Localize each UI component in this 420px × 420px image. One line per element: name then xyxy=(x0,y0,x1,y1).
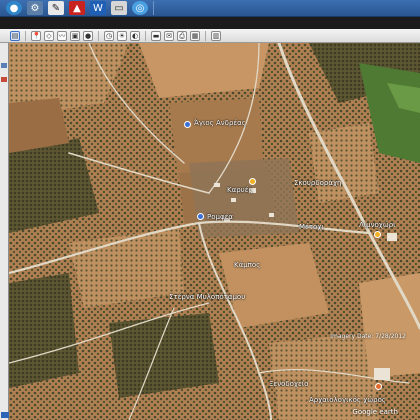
place-label: Καρυές xyxy=(227,186,253,194)
ruler-icon[interactable]: ▬ xyxy=(151,30,161,41)
windows-start-icon[interactable] xyxy=(1,412,9,418)
satellite-map-view[interactable]: Άγιος Ανδρέας Καρυές Σκουρδοράχη Ρομφέα … xyxy=(9,43,420,420)
toolbar-separator xyxy=(25,30,26,41)
imagery-date: Imagery Date: 7/28/2012 xyxy=(330,333,406,340)
printer-icon[interactable]: ▭ xyxy=(111,1,127,15)
placemark-pin[interactable] xyxy=(184,121,191,128)
word-icon[interactable]: W xyxy=(90,1,106,15)
place-label: Ρομφέα xyxy=(207,213,233,221)
pen-tool-icon[interactable]: ✎ xyxy=(48,1,64,15)
google-earth-logo: Google earth xyxy=(352,408,398,416)
place-label: Κάμπος xyxy=(234,261,261,269)
place-label: Αρχαιολογικός χώρος xyxy=(309,396,386,404)
print-icon[interactable]: ⎙ xyxy=(177,30,187,41)
placemark-pin[interactable] xyxy=(374,231,381,238)
place-label: Στέρνα Μυλοπόταμου xyxy=(169,293,246,301)
pdf-icon[interactable]: ▲ xyxy=(69,1,85,15)
sun-icon[interactable]: ☀ xyxy=(117,30,127,41)
sidebar-toggle-icon[interactable]: ▤ xyxy=(10,30,20,41)
placemark-icon[interactable]: 📍 xyxy=(31,30,41,41)
place-label: Λιμνοχώρι xyxy=(359,221,396,229)
toolbar-separator xyxy=(145,30,146,41)
polygon-icon[interactable]: ◇ xyxy=(44,30,54,41)
settings-icon[interactable]: ⚙ xyxy=(27,1,43,15)
taskbar-separator xyxy=(153,1,154,15)
placemark-pin[interactable] xyxy=(249,178,256,185)
place-label: Ξενοδοχείο xyxy=(269,380,309,388)
record-tour-icon[interactable]: ● xyxy=(83,30,93,41)
historical-imagery-icon[interactable]: ◷ xyxy=(104,30,114,41)
toolbar-separator xyxy=(205,30,206,41)
browser-icon[interactable]: ◎ xyxy=(132,1,148,15)
sidebar-marker xyxy=(1,63,7,68)
placemark-pin[interactable] xyxy=(375,383,382,390)
place-label: Μέτοχι xyxy=(299,223,324,231)
taskbar: ● ⚙ ✎ ▲ W ▭ ◎ xyxy=(0,0,420,17)
toolbar-separator xyxy=(98,30,99,41)
email-icon[interactable]: ✉ xyxy=(164,30,174,41)
satellite-imagery xyxy=(9,43,420,420)
save-image-icon[interactable]: ▦ xyxy=(190,30,200,41)
place-label: Σκουρδοράχη xyxy=(294,179,342,187)
sidebar-collapsed[interactable] xyxy=(0,43,9,420)
planets-icon[interactable]: ◐ xyxy=(130,30,140,41)
overlay-icon[interactable]: ▣ xyxy=(70,30,80,41)
place-label: Άγιος Ανδρέας xyxy=(194,119,246,127)
placemark-pin[interactable] xyxy=(197,213,204,220)
app-toolbar: ▤ 📍 ◇ 〰 ▣ ● ◷ ☀ ◐ ▬ ✉ ⎙ ▦ ▥ xyxy=(0,29,420,43)
globe-icon[interactable]: ● xyxy=(6,1,22,15)
window-title-bar xyxy=(0,17,420,29)
sidebar-marker xyxy=(1,77,7,82)
path-icon[interactable]: 〰 xyxy=(57,30,67,41)
map-view-icon[interactable]: ▥ xyxy=(211,30,221,41)
